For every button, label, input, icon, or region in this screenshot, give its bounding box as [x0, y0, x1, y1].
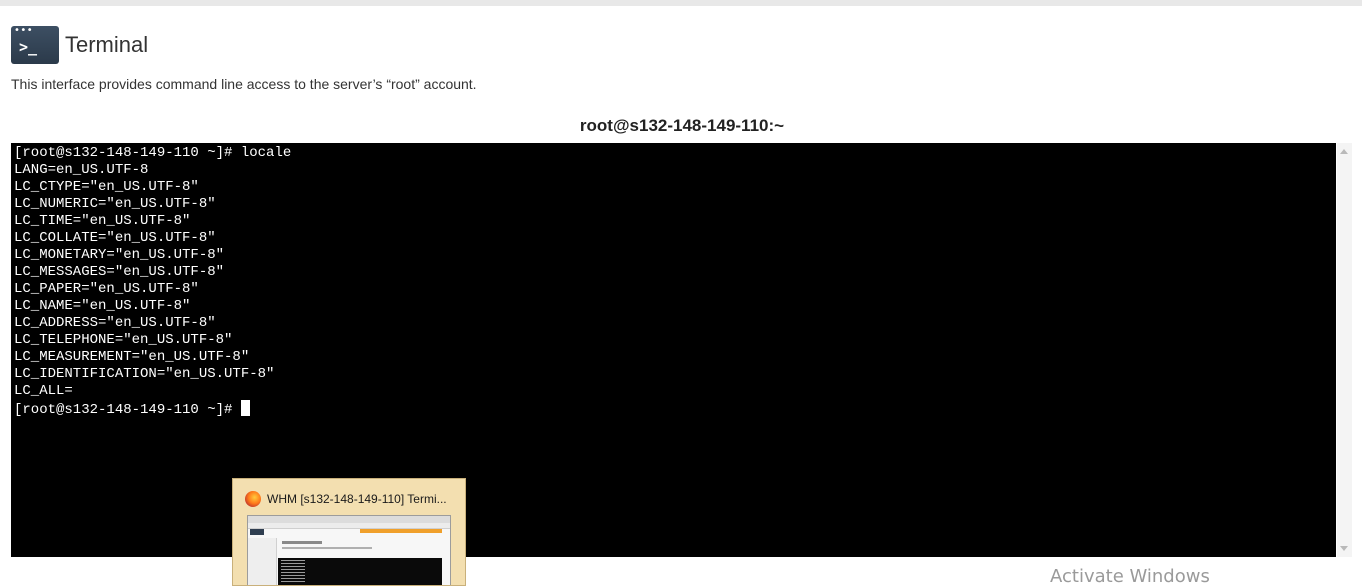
terminal-output: [root@s132-148-149-110 ~]# locale LANG=e… — [11, 143, 1336, 419]
scroll-up-arrow-icon[interactable] — [1340, 149, 1348, 154]
terminal-line: LC_TELEPHONE="en_US.UTF-8" — [14, 332, 233, 348]
preview-header: WHM [s132-148-149-110] Termi... — [245, 491, 457, 507]
terminal-line: LC_ALL= — [14, 383, 73, 399]
top-strip — [0, 0, 1362, 6]
terminal-line: LC_TIME="en_US.UTF-8" — [14, 213, 191, 229]
terminal-prompt: [root@s132-148-149-110 ~]# — [14, 402, 241, 418]
terminal-cursor[interactable] — [240, 400, 250, 416]
terminal-line: LC_NUMERIC="en_US.UTF-8" — [14, 196, 216, 212]
terminal-line: LC_MONETARY="en_US.UTF-8" — [14, 247, 225, 263]
thumbnail-logo — [250, 529, 264, 535]
thumbnail-tabbar — [248, 516, 450, 523]
terminal-line: LC_MEASUREMENT="en_US.UTF-8" — [14, 349, 250, 365]
page-description: This interface provides command line acc… — [11, 76, 477, 92]
terminal-prompt-glyph: >_ — [19, 38, 38, 56]
firefox-icon — [245, 491, 261, 507]
thumbnail-heading — [282, 541, 322, 544]
page-header: ••• >_ Terminal — [11, 26, 148, 64]
terminal-screen[interactable]: [root@s132-148-149-110 ~]# locale LANG=e… — [11, 143, 1336, 557]
thumbnail-terminal-lines — [281, 560, 305, 582]
thumbnail-banner — [360, 529, 442, 533]
page-title: Terminal — [65, 32, 149, 57]
terminal-line: LC_MESSAGES="en_US.UTF-8" — [14, 264, 225, 280]
terminal-line: LANG=en_US.UTF-8 — [14, 162, 149, 178]
terminal-icon: ••• >_ — [11, 26, 59, 64]
terminal-line: LC_PAPER="en_US.UTF-8" — [14, 281, 199, 297]
window-dots-icon: ••• — [14, 26, 34, 36]
session-title: root@s132-148-149-110:~ — [579, 116, 785, 135]
terminal-line: LC_NAME="en_US.UTF-8" — [14, 298, 191, 314]
scroll-down-arrow-icon[interactable] — [1340, 546, 1348, 551]
taskbar-window-preview[interactable]: WHM [s132-148-149-110] Termi... — [232, 478, 466, 586]
terminal-line: LC_ADDRESS="en_US.UTF-8" — [14, 315, 216, 331]
thumbnail-sidebar — [248, 538, 277, 585]
terminal-scrollbar[interactable] — [1337, 143, 1352, 557]
preview-thumbnail[interactable] — [247, 515, 451, 585]
thumbnail-text — [282, 547, 372, 549]
thumbnail-terminal — [278, 558, 442, 585]
terminal-line: LC_COLLATE="en_US.UTF-8" — [14, 230, 216, 246]
activate-windows-watermark: Activate Windows — [1050, 566, 1210, 587]
terminal-line: [root@s132-148-149-110 ~]# locale — [14, 145, 292, 161]
terminal-line: LC_CTYPE="en_US.UTF-8" — [14, 179, 199, 195]
terminal-line: LC_IDENTIFICATION="en_US.UTF-8" — [14, 366, 275, 382]
preview-title: WHM [s132-148-149-110] Termi... — [267, 492, 447, 506]
